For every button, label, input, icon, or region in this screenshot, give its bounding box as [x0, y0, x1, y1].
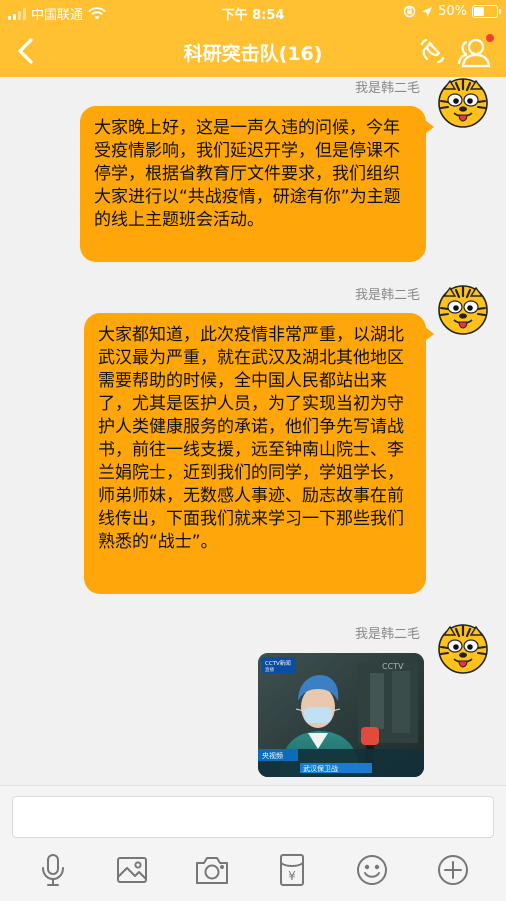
location-arrow-icon	[422, 6, 433, 17]
status-bar: 中国联通 下午 8:54 50%	[0, 0, 506, 24]
image-icon	[117, 857, 147, 883]
image-message[interactable]: 央视频 武汉保卫战 CCTV新闻 直播 CCTV	[258, 653, 424, 777]
camera-button[interactable]	[194, 852, 230, 888]
emoji-button[interactable]	[354, 852, 390, 888]
voice-button[interactable]	[35, 852, 71, 888]
hand-wave-button[interactable]	[418, 38, 446, 66]
app-header: 中国联通 下午 8:54 50% 科研突击队(16)	[0, 0, 506, 77]
more-button[interactable]	[435, 852, 471, 888]
tiger-avatar-icon[interactable]	[436, 282, 490, 336]
rotation-lock-icon	[403, 5, 416, 18]
status-right: 50%	[403, 4, 501, 19]
emoji-icon	[357, 855, 387, 885]
corner-logo: CCTV	[382, 662, 404, 671]
notification-dot	[486, 34, 494, 42]
photo-button[interactable]	[114, 852, 150, 888]
channel-sub: 直播	[265, 666, 274, 673]
caption-label: 武汉保卫战	[303, 764, 338, 773]
group-members-icon	[457, 38, 491, 68]
microphone-icon	[42, 854, 64, 886]
message-bubble[interactable]: 大家晚上好，这是一声久违的问候，今年受疫情影响，我们延迟开学，但是停课不停学，根…	[80, 106, 434, 262]
message-bubble[interactable]: 大家都知道，此次疫情非常严重，以湖北武汉最为严重，就在武汉及湖北其他地区需要帮助…	[84, 313, 434, 594]
news-video-thumbnail: 央视频 武汉保卫战 CCTV新闻 直播 CCTV	[258, 653, 424, 777]
sender-name: 我是韩二毛	[354, 288, 420, 303]
sender-name: 我是韩二毛	[354, 627, 420, 642]
battery-icon	[472, 5, 501, 18]
battery-percent: 50%	[438, 4, 467, 19]
nav-bar: 科研突击队(16)	[0, 26, 506, 76]
plus-circle-icon	[438, 855, 468, 885]
camera-icon	[196, 857, 228, 884]
input-toolbar: ¥	[0, 852, 506, 888]
red-packet-icon: ¥	[280, 854, 304, 886]
yuan-glyph: ¥	[288, 869, 296, 883]
input-area: ¥	[0, 785, 506, 901]
message-input[interactable]	[12, 796, 494, 838]
lower-tag-label: 央视频	[262, 751, 283, 760]
hand-wave-icon	[420, 38, 445, 64]
chat-messages[interactable]: 我是韩二毛 大家晚上好，这是一声久违的问候，今年受疫情影响，我们延迟开学，但是停…	[0, 77, 506, 785]
channel-logo: CCTV新闻	[265, 659, 291, 667]
tiger-avatar-icon[interactable]	[436, 621, 490, 675]
tiger-avatar-icon[interactable]	[436, 77, 490, 129]
red-packet-button[interactable]: ¥	[274, 852, 310, 888]
sender-name: 我是韩二毛	[354, 81, 420, 96]
